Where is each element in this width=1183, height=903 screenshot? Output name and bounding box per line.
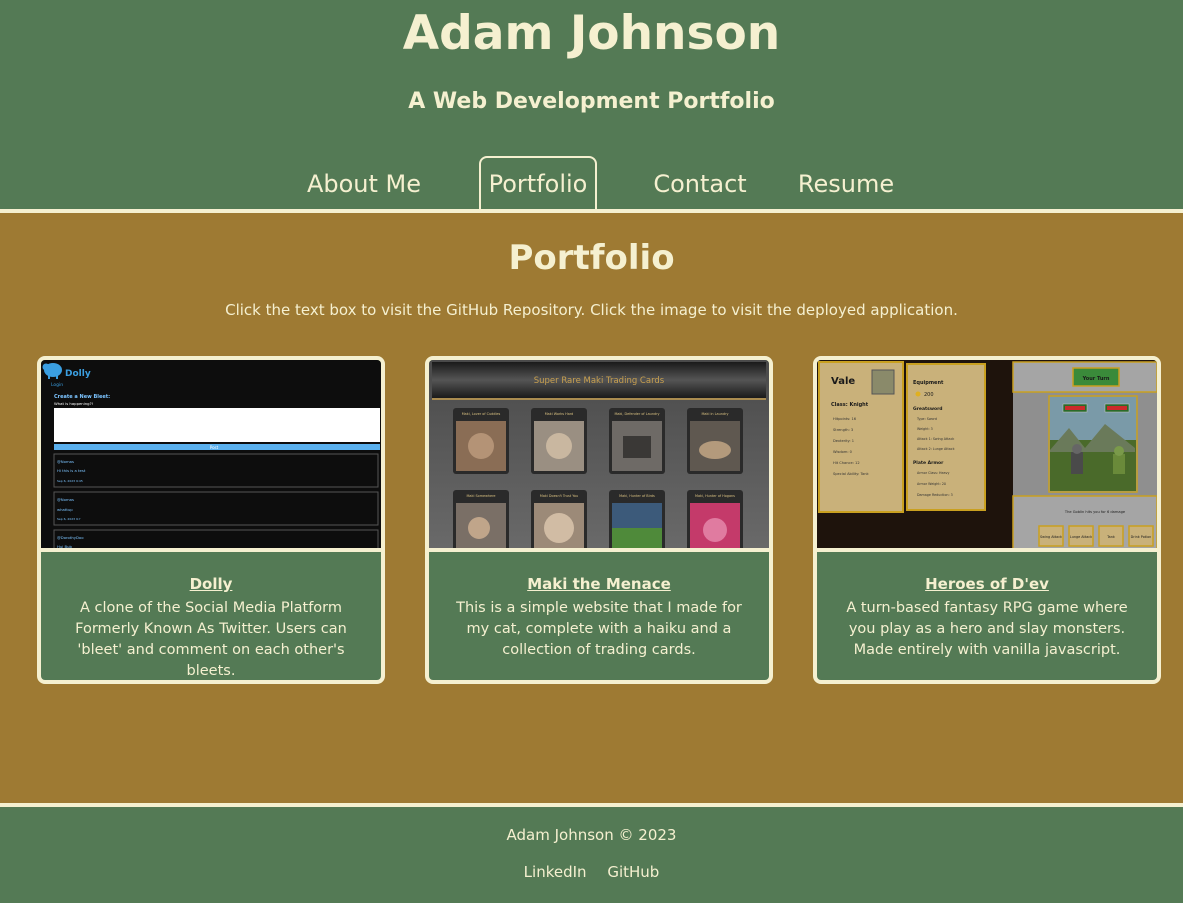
maki-card-label: Maki in Laundry	[702, 412, 729, 416]
project-title: Dolly	[189, 575, 233, 593]
project-card-maki: Super Rare Maki Trading Cards Maki, Love…	[425, 356, 773, 684]
heroes-weapon-stat: Attack 2: Lunge Attack	[917, 447, 955, 451]
heroes-stat: Hit Chance: 12	[833, 461, 860, 465]
heroes-stat: Wisdom: 0	[833, 450, 853, 454]
maki-banner: Super Rare Maki Trading Cards	[534, 376, 665, 386]
site-footer: Adam Johnson © 2023 LinkedIn GitHub	[0, 807, 1183, 903]
maki-card-label: Maki, Defender of Laundry	[614, 412, 659, 416]
project-card-dolly: Dolly Login Create a New Bleet: What is …	[37, 356, 385, 684]
heroes-action: Tank	[1106, 535, 1115, 539]
heroes-action: Drink Potion	[1131, 535, 1152, 539]
heroes-hero-class: Class: Knight	[831, 402, 869, 408]
site-title: Adam Johnson	[402, 6, 781, 61]
dolly-prompt: What is happening?!	[54, 401, 93, 406]
copyright-text: Adam Johnson © 2023	[506, 826, 677, 844]
instructions-text: Click the text box to visit the GitHub R…	[225, 301, 958, 319]
dolly-post-user: @Nomas	[57, 459, 74, 464]
heroes-hero-name: Vale	[831, 376, 855, 387]
dolly-app-name: Dolly	[65, 369, 91, 379]
heroes-stat: Hitpoints: 16	[833, 417, 857, 421]
heroes-stat: Strength: 3	[833, 428, 853, 432]
section-title: Portfolio	[508, 238, 675, 278]
dolly-post-text: Hi this is a test	[57, 468, 86, 473]
heroes-repo-link[interactable]: Heroes of D'ev A turn-based fantasy RPG …	[817, 556, 1157, 680]
dolly-repo-link[interactable]: Dolly A clone of the Social Media Platfo…	[41, 556, 381, 680]
nav-portfolio[interactable]: Portfolio	[479, 156, 597, 209]
dolly-app-link[interactable]: Dolly Login Create a New Bleet: What is …	[41, 360, 381, 552]
heroes-equipment-heading: Equipment	[913, 380, 944, 386]
nav-about-me[interactable]: About Me	[303, 156, 425, 209]
heroes-action: Swing Attack	[1040, 535, 1062, 539]
dolly-post-user: @DorothyDoo	[57, 535, 84, 540]
heroes-armor-stat: Damage Reduction: 3	[917, 493, 953, 497]
maki-card-label: Maki Somewhere	[466, 494, 495, 498]
heroes-armor-stat: Armor Weight: 20	[917, 482, 946, 486]
heroes-turn-label: Your Turn	[1082, 376, 1110, 382]
heroes-armor: Plate Armor	[913, 460, 944, 466]
maki-card-label: Maki Works Hard	[545, 412, 574, 416]
maki-card-label: Maki, Hunter of Hogans	[695, 494, 735, 498]
project-card-heroes: Vale Class: Knight Hitpoints: 16 Strengt…	[813, 356, 1161, 684]
heroes-stat: Dexterity: 1	[833, 439, 854, 443]
heroes-gold: 200	[924, 392, 934, 398]
dolly-post-date: Sep 6, 2023 9:?	[57, 517, 81, 521]
dolly-post-date: Sep 6, 2023 9:45	[57, 479, 83, 483]
nav-contact[interactable]: Contact	[651, 156, 749, 209]
project-title: Heroes of D'ev	[925, 575, 1049, 593]
footer-links: LinkedIn GitHub	[0, 862, 1183, 882]
maki-repo-link[interactable]: Maki the Menace This is a simple website…	[429, 556, 769, 680]
github-link[interactable]: GitHub	[607, 863, 659, 881]
heroes-stat: Special Ability: Tank	[833, 472, 870, 476]
heroes-screenshot: Vale Class: Knight Hitpoints: 16 Strengt…	[817, 360, 1157, 548]
project-title: Maki the Menace	[527, 575, 671, 593]
heroes-weapon: Greatsword	[913, 406, 943, 412]
dolly-post-text: Hui Bub	[57, 544, 73, 549]
project-description: A turn-based fantasy RPG game where you …	[846, 600, 1128, 658]
dolly-post-text: whattup	[57, 507, 73, 512]
linkedin-link[interactable]: LinkedIn	[524, 863, 587, 881]
dolly-login: Login	[51, 382, 63, 388]
heroes-action: Lunge Attack	[1070, 535, 1092, 539]
nav-resume[interactable]: Resume	[797, 156, 895, 209]
project-description: A clone of the Social Media Platform For…	[75, 600, 347, 679]
dolly-post-user: @Nomas	[57, 497, 74, 502]
heroes-weapon-stat: Attack 1: Swing Attack	[917, 437, 954, 441]
dolly-screenshot: Dolly Login Create a New Bleet: What is …	[41, 360, 381, 549]
maki-card-label: Maki Doesn't Trust You	[540, 494, 578, 498]
heroes-app-link[interactable]: Vale Class: Knight Hitpoints: 16 Strengt…	[817, 360, 1157, 552]
project-description: This is a simple website that I made for…	[456, 600, 742, 658]
maki-screenshot: Super Rare Maki Trading Cards Maki, Love…	[429, 360, 769, 548]
main-nav: About Me Portfolio Contact Resume	[0, 156, 1183, 209]
maki-app-link[interactable]: Super Rare Maki Trading Cards Maki, Love…	[429, 360, 769, 552]
heroes-weapon-stat: Type: Sword	[916, 417, 937, 421]
dolly-heading: Create a New Bleet:	[54, 394, 110, 400]
dolly-post-button: Post	[210, 445, 219, 450]
site-header: Adam Johnson A Web Development Portfolio…	[0, 0, 1183, 209]
portfolio-section: Portfolio Click the text box to visit th…	[0, 213, 1183, 803]
maki-card-label: Maki, Lover of Cuddles	[462, 412, 501, 416]
heroes-armor-stat: Armor Class: Heavy	[917, 471, 949, 475]
site-subtitle: A Web Development Portfolio	[408, 89, 775, 114]
heroes-weapon-stat: Weight: 3	[917, 427, 933, 431]
maki-card-label: Maki, Hunter of Birds	[619, 494, 655, 498]
heroes-battle-log: The Goblin hits you for 6 damage	[1064, 510, 1126, 514]
